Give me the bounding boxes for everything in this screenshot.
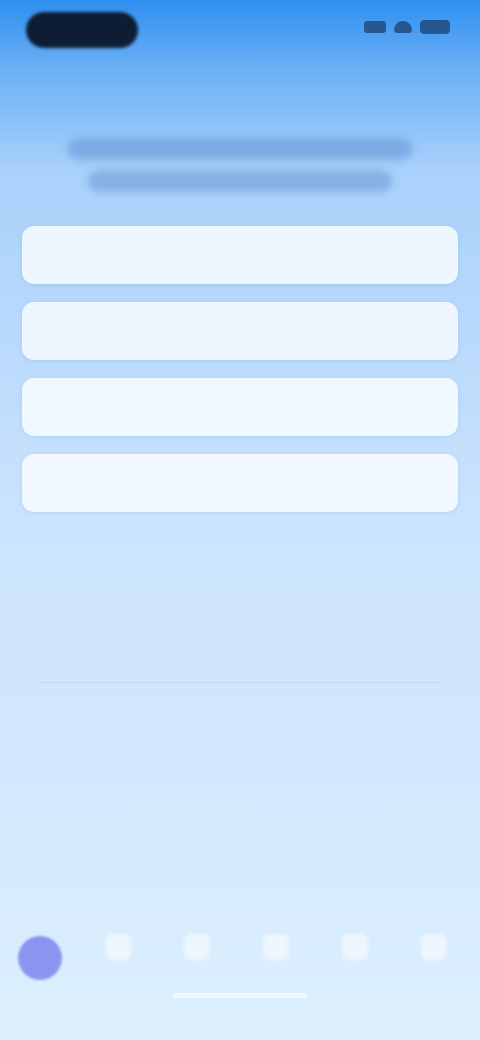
battery-icon [420,20,450,34]
wifi-icon [394,21,412,33]
status-icons [364,20,450,34]
bottom-nav-items [82,934,470,966]
nav-item-5-icon [421,934,447,960]
nav-item-1[interactable] [82,934,154,966]
status-bar [0,0,480,62]
input-field-4[interactable] [22,454,458,512]
nav-item-2[interactable] [161,934,233,966]
form-field-3 [22,378,458,436]
signal-icon [364,21,386,33]
nav-item-3[interactable] [240,934,312,966]
bottom-nav-bar [0,912,480,1008]
home-indicator [173,993,307,998]
nav-item-3-icon [263,934,289,960]
form-field-1 [22,226,458,284]
input-field-3[interactable] [22,378,458,436]
nav-item-4[interactable] [319,934,391,966]
nav-item-5[interactable] [398,934,470,966]
nav-item-4-icon [342,934,368,960]
nav-item-2-icon [184,934,210,960]
form [22,226,458,530]
input-field-1[interactable] [22,226,458,284]
form-field-4 [22,454,458,512]
input-field-2[interactable] [22,302,458,360]
avatar-button[interactable] [18,936,62,980]
form-field-2 [22,302,458,360]
page-title-block [40,138,440,202]
nav-item-1-icon [105,934,131,960]
status-time [26,12,138,48]
app-screen [0,0,480,1040]
section-divider [40,682,440,683]
page-title [40,223,41,224]
page-title-line-1 [68,138,412,160]
page-title-line-2 [88,170,392,192]
